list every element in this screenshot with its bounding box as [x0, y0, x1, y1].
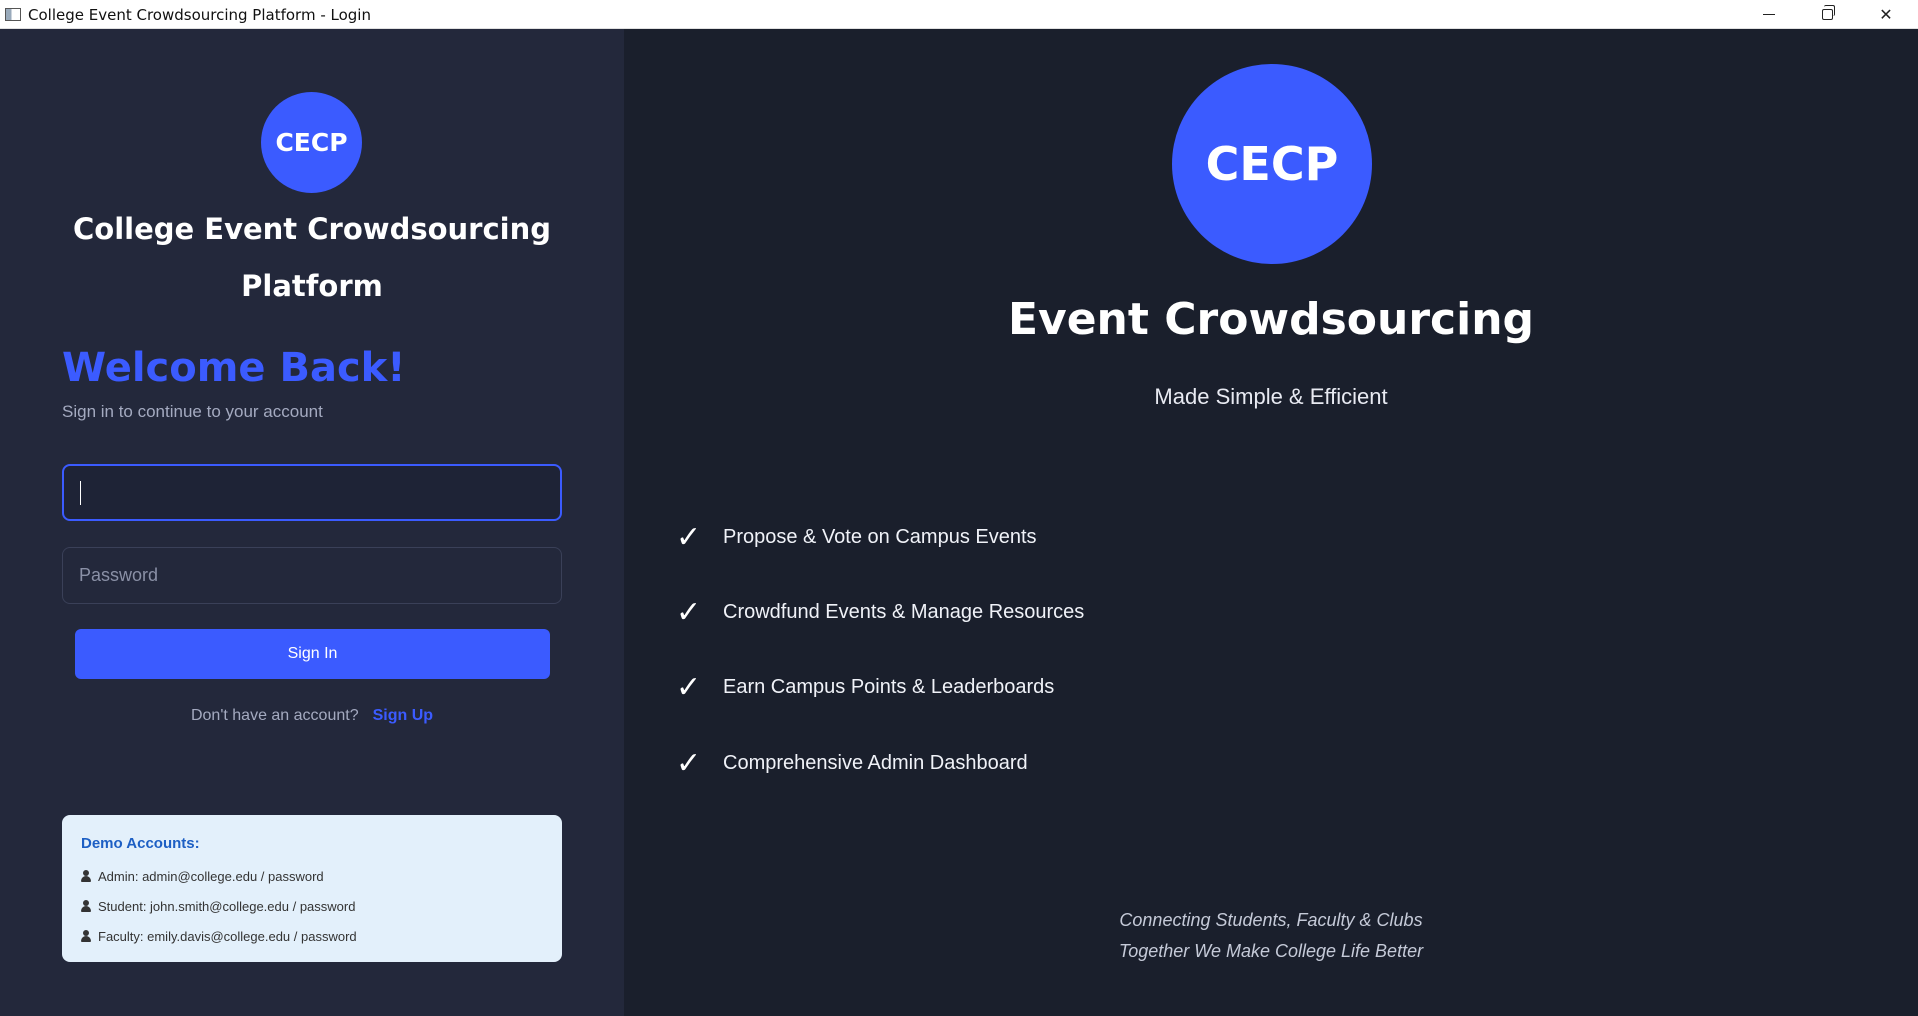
sign-up-link[interactable]: Sign Up — [373, 707, 433, 724]
check-icon: ✓ — [676, 745, 702, 781]
restore-button[interactable] — [1798, 0, 1856, 29]
hero-footer-line: Together We Make College Life Better — [1118, 941, 1424, 961]
demo-account-text: Faculty: emily.davis@college.edu / passw… — [98, 928, 357, 944]
demo-account-text: Admin: admin@college.edu / password — [98, 868, 324, 884]
password-placeholder: Password — [79, 565, 159, 585]
minimize-icon — [1763, 14, 1775, 15]
welcome-heading: Welcome Back! — [62, 345, 406, 391]
minimize-button[interactable] — [1740, 0, 1798, 29]
feature-item: ✓ Comprehensive Admin Dashboard — [676, 743, 1028, 783]
close-icon: ✕ — [1879, 5, 1893, 24]
feature-item: ✓ Crowdfund Events & Manage Resources — [676, 592, 1084, 632]
demo-account-admin: Admin: admin@college.edu / password — [81, 861, 543, 891]
hero-panel: CECP Event Crowdsourcing Made Simple & E… — [624, 29, 1918, 1016]
feature-item: ✓ Propose & Vote on Campus Events — [676, 517, 1037, 557]
restore-icon — [1821, 5, 1835, 20]
demo-account-faculty: Faculty: emily.davis@college.edu / passw… — [81, 921, 543, 951]
user-icon — [81, 870, 91, 882]
window-titlebar: College Event Crowdsourcing Platform - L… — [0, 0, 1918, 29]
check-icon: ✓ — [676, 669, 702, 705]
text-cursor — [80, 480, 81, 505]
user-icon — [81, 930, 91, 942]
email-field[interactable] — [62, 464, 562, 521]
hero-logo-badge: CECP — [1172, 64, 1372, 264]
hero-footer-line: Connecting Students, Faculty & Clubs — [1119, 910, 1423, 930]
feature-item: ✓ Earn Campus Points & Leaderboards — [676, 667, 1054, 707]
password-field[interactable]: Password — [62, 547, 562, 604]
login-subtitle: Sign in to continue to your account — [62, 402, 323, 421]
feature-label: Propose & Vote on Campus Events — [723, 525, 1037, 548]
app-title: College Event Crowdsourcing Platform — [73, 212, 551, 303]
hero-subtitle: Made Simple & Efficient — [1154, 384, 1388, 409]
demo-account-text: Student: john.smith@college.edu / passwo… — [98, 898, 356, 914]
no-account-text: Don't have an account? — [190, 707, 359, 724]
check-icon: ✓ — [676, 594, 702, 630]
sign-in-button[interactable]: Sign In — [75, 629, 550, 679]
app-window-icon — [5, 8, 21, 21]
feature-label: Comprehensive Admin Dashboard — [723, 751, 1028, 774]
demo-accounts-title: Demo Accounts: — [81, 835, 200, 852]
logo-badge: CECP — [261, 92, 362, 193]
user-icon — [81, 900, 91, 912]
close-button[interactable]: ✕ — [1857, 0, 1915, 29]
check-icon: ✓ — [676, 519, 702, 555]
demo-account-student: Student: john.smith@college.edu / passwo… — [81, 891, 543, 921]
demo-accounts-box: Demo Accounts: Admin: admin@college.edu … — [62, 815, 562, 962]
signup-prompt: Don't have an account? Sign Up — [0, 707, 624, 725]
window-title: College Event Crowdsourcing Platform - L… — [28, 6, 371, 24]
login-panel: CECP College Event Crowdsourcing Platfor… — [0, 29, 624, 1016]
feature-label: Crowdfund Events & Manage Resources — [723, 600, 1085, 623]
hero-title: Event Crowdsourcing — [1007, 294, 1535, 345]
feature-label: Earn Campus Points & Leaderboards — [723, 675, 1055, 698]
